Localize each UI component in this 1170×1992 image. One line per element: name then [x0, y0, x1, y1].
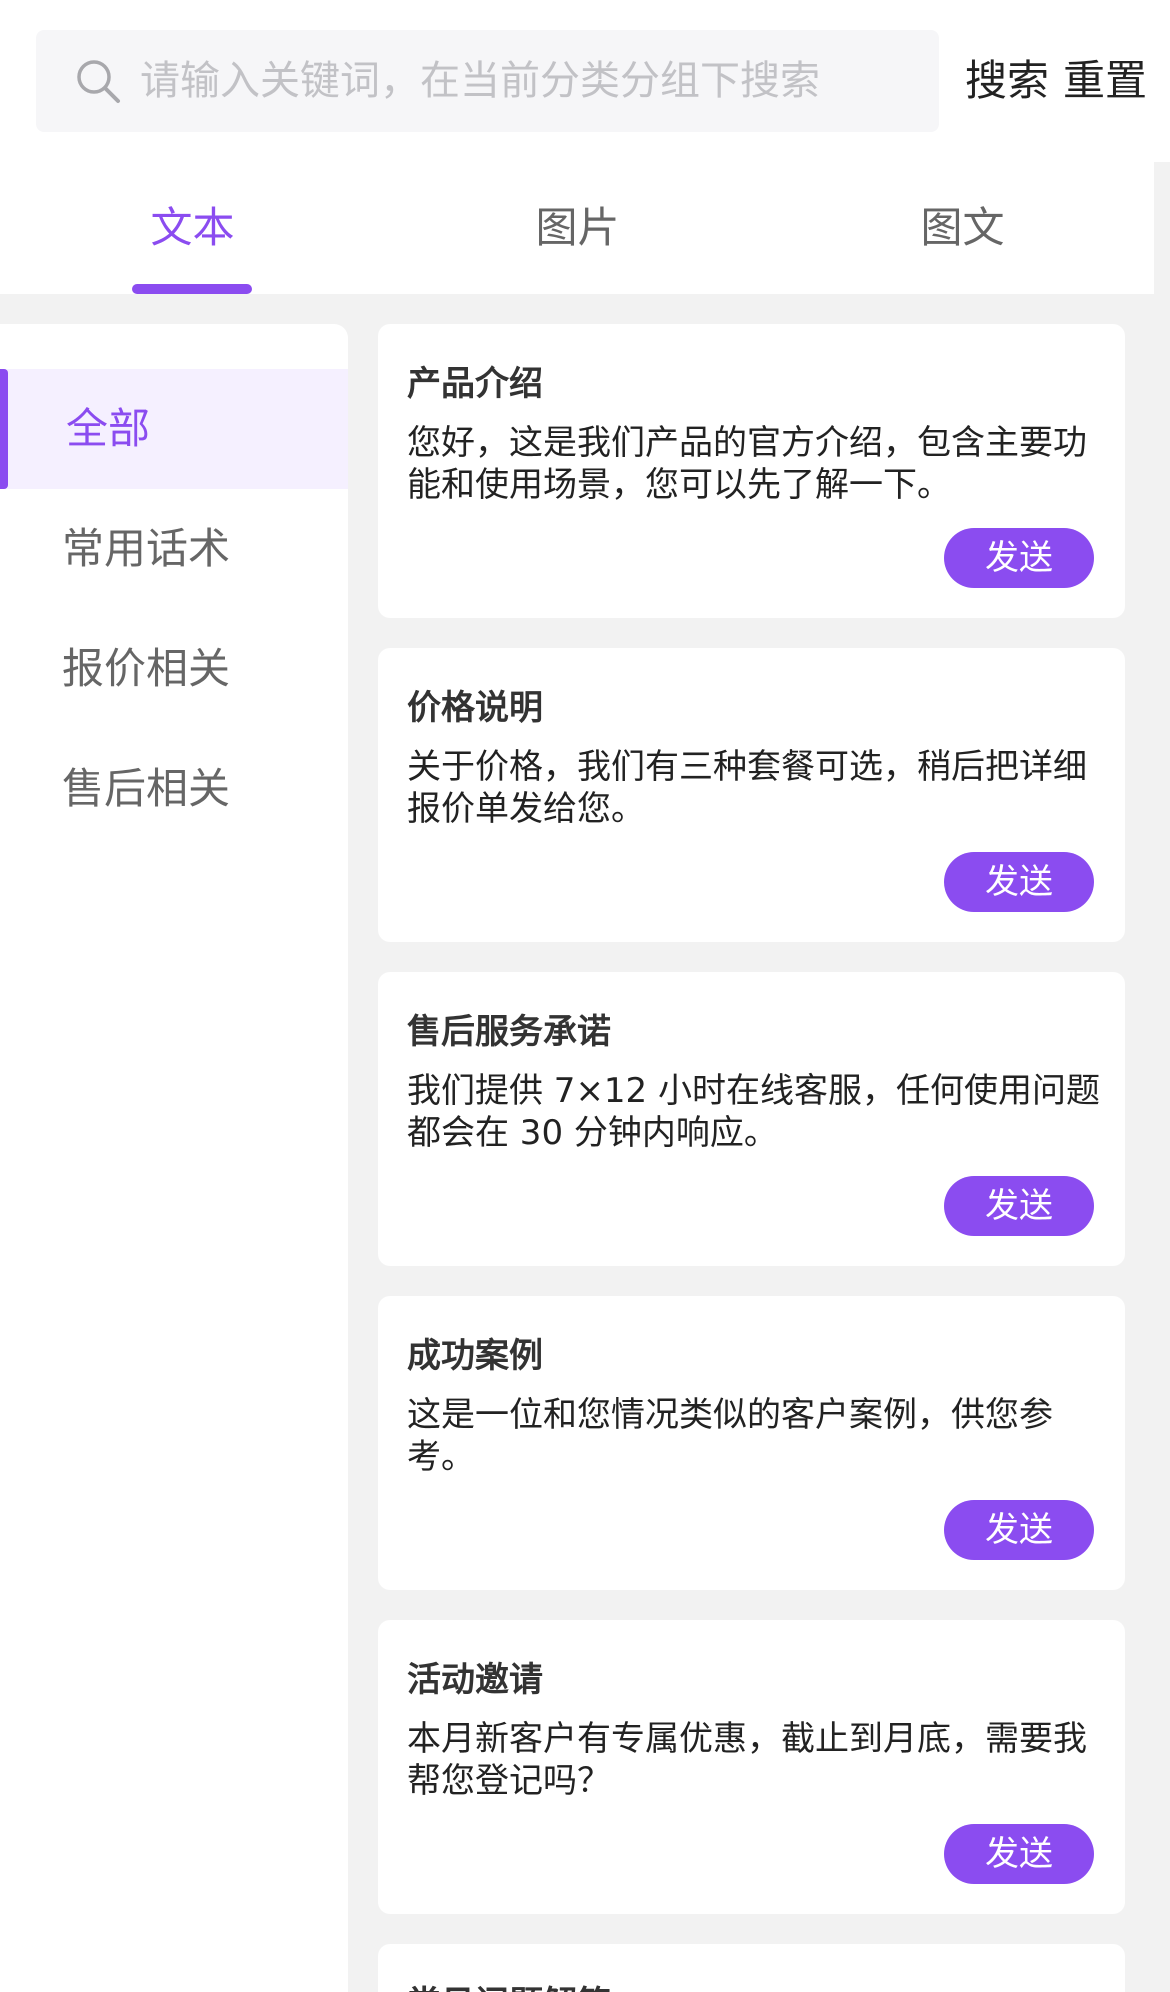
- card-title: 成功案例: [407, 1336, 543, 1376]
- send-button[interactable]: 发送: [944, 528, 1094, 588]
- category-sidebar: 全部 常用话术 报价相关 售后相关: [0, 324, 348, 1992]
- reset-button[interactable]: 重置: [1063, 30, 1147, 132]
- card-body: 这是一位和您情况类似的客户案例，供您参考。: [407, 1395, 1053, 1477]
- sidebar-item-after-sales[interactable]: 售后相关: [0, 729, 348, 849]
- card-title: 常见问题解答: [407, 1976, 611, 1992]
- search-button[interactable]: 搜索: [965, 30, 1049, 132]
- list-item: 常见问题解答: [378, 1944, 1125, 1992]
- search-placeholder: 请输入关键词，在当前分类分组下搜索: [140, 58, 820, 104]
- tab-image-text[interactable]: 图文: [770, 162, 1155, 294]
- send-button[interactable]: 发送: [944, 1824, 1094, 1884]
- card-body: 关于价格，我们有三种套餐可选，稍后把详细报价单发给您。: [407, 747, 1087, 829]
- card-title: 产品介绍: [407, 364, 543, 404]
- list-item: 价格说明 关于价格，我们有三种套餐可选，稍后把详细报价单发给您。 发送: [378, 648, 1125, 942]
- card-title: 活动邀请: [407, 1660, 543, 1700]
- sidebar-item-pricing[interactable]: 报价相关: [0, 609, 348, 729]
- card-title: 价格说明: [407, 688, 543, 728]
- tab-bar: 文本 图片 图文: [0, 162, 1154, 294]
- send-button[interactable]: 发送: [944, 852, 1094, 912]
- card-body: 您好，这是我们产品的官方介绍，包含主要功能和使用场景，您可以先了解一下。: [407, 423, 1087, 505]
- card-body: 我们提供 7×12 小时在线客服，任何使用问题都会在 30 分钟内响应。: [407, 1071, 1100, 1153]
- list-item: 售后服务承诺 我们提供 7×12 小时在线客服，任何使用问题都会在 30 分钟内…: [378, 972, 1125, 1266]
- sidebar-item-all[interactable]: 全部: [0, 369, 348, 489]
- list-item: 产品介绍 您好，这是我们产品的官方介绍，包含主要功能和使用场景，您可以先了解一下…: [378, 324, 1125, 618]
- tab-text[interactable]: 文本: [0, 162, 385, 294]
- card-body: 本月新客户有专属优惠，截止到月底，需要我帮您登记吗？: [407, 1719, 1087, 1801]
- list-item: 成功案例 这是一位和您情况类似的客户案例，供您参考。 发送: [378, 1296, 1125, 1590]
- card-title: 售后服务承诺: [407, 1012, 611, 1052]
- active-tab-indicator: [132, 284, 252, 294]
- sidebar-item-common-phrases[interactable]: 常用话术: [0, 489, 348, 609]
- send-button[interactable]: 发送: [944, 1176, 1094, 1236]
- search-icon: [74, 57, 122, 105]
- send-button[interactable]: 发送: [944, 1500, 1094, 1560]
- divider: [1154, 162, 1170, 294]
- search-input[interactable]: 请输入关键词，在当前分类分组下搜索: [36, 30, 939, 132]
- list-item: 活动邀请 本月新客户有专属优惠，截止到月底，需要我帮您登记吗？ 发送: [378, 1620, 1125, 1914]
- search-bar: 请输入关键词，在当前分类分组下搜索 搜索 重置: [0, 0, 1170, 162]
- tab-image[interactable]: 图片: [385, 162, 770, 294]
